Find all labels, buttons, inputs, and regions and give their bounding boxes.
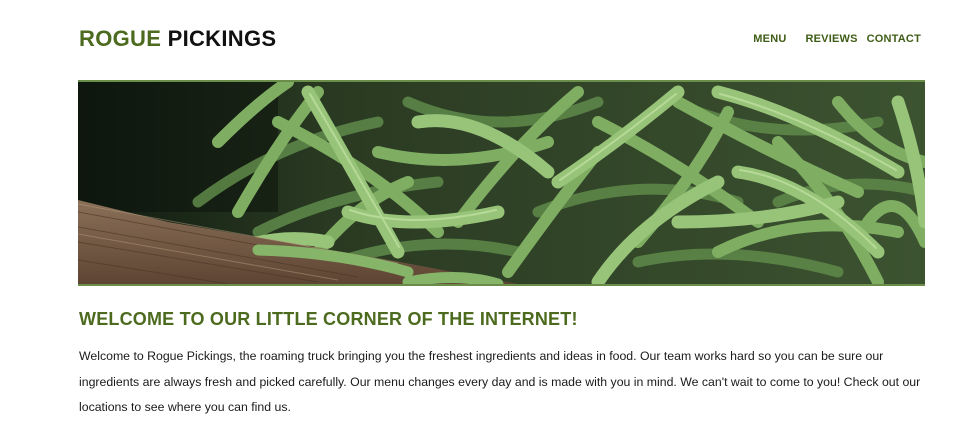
page: ROGUE PICKINGS MENU REVIEWS CONTACT WELC… bbox=[0, 0, 977, 427]
welcome-heading: WELCOME TO OUR LITTLE CORNER OF THE INTE… bbox=[79, 309, 578, 329]
logo-rest-text: PICKINGS bbox=[161, 26, 277, 51]
site-logo[interactable]: ROGUE PICKINGS bbox=[79, 24, 276, 54]
hero-image bbox=[78, 80, 925, 286]
green-beans-photo bbox=[78, 82, 925, 284]
site-header: ROGUE PICKINGS MENU REVIEWS CONTACT bbox=[79, 24, 921, 54]
nav-link-contact[interactable]: CONTACT bbox=[867, 33, 921, 45]
nav-link-reviews[interactable]: REVIEWS bbox=[806, 33, 858, 45]
logo-accent-text: ROGUE bbox=[79, 26, 162, 51]
main-nav: MENU REVIEWS CONTACT bbox=[753, 24, 921, 54]
welcome-paragraph: Welcome to Rogue Pickings, the roaming t… bbox=[79, 349, 921, 414]
nav-link-menu[interactable]: MENU bbox=[753, 33, 786, 45]
